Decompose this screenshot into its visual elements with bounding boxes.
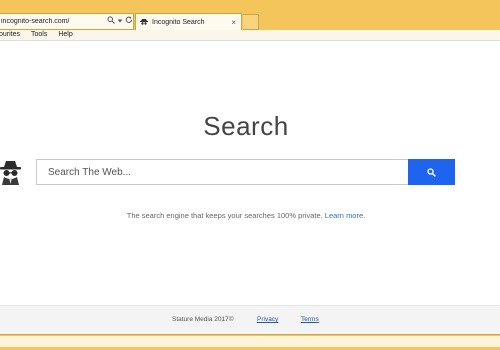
privacy-link[interactable]: Privacy — [257, 316, 278, 323]
address-bar[interactable]: incognito-search.com/ — [0, 13, 134, 30]
tagline-text: The search engine that keeps your search… — [126, 211, 323, 220]
menu-help[interactable]: Help — [58, 30, 72, 40]
tab-favicon — [140, 18, 149, 28]
close-icon[interactable]: × — [231, 18, 236, 27]
terms-link[interactable]: Terms — [301, 316, 319, 323]
new-tab-button[interactable] — [243, 14, 259, 30]
status-bar-inner — [0, 336, 500, 347]
copyright-text: Stature Media 2017© — [172, 316, 234, 323]
page-viewport: Search The search engine that keeps your… — [0, 41, 500, 334]
browser-chrome: incognito-search.com/ Incognito Search ×… — [0, 0, 500, 41]
dropdown-icon[interactable] — [115, 14, 124, 29]
search-icon[interactable] — [106, 14, 115, 29]
tab-title: Incognito Search — [152, 19, 205, 26]
page-footer: Stature Media 2017© Privacy Terms — [0, 305, 500, 334]
address-url[interactable]: incognito-search.com/ — [0, 18, 106, 25]
learn-more-link[interactable]: Learn more. — [325, 211, 365, 220]
refresh-icon[interactable] — [124, 14, 133, 29]
spy-logo-icon — [0, 158, 22, 186]
magnifier-icon — [427, 165, 436, 180]
menu-bar: ourites Tools Help — [0, 30, 500, 41]
menu-tools[interactable]: Tools — [31, 30, 47, 40]
tab-incognito-search[interactable]: Incognito Search × — [135, 13, 242, 31]
tagline: The search engine that keeps your search… — [0, 211, 492, 220]
status-bar — [0, 334, 500, 350]
search-input[interactable] — [36, 159, 409, 185]
search-button[interactable] — [408, 159, 455, 185]
page-title: Search — [203, 111, 289, 141]
menu-favourites[interactable]: ourites — [0, 30, 20, 40]
